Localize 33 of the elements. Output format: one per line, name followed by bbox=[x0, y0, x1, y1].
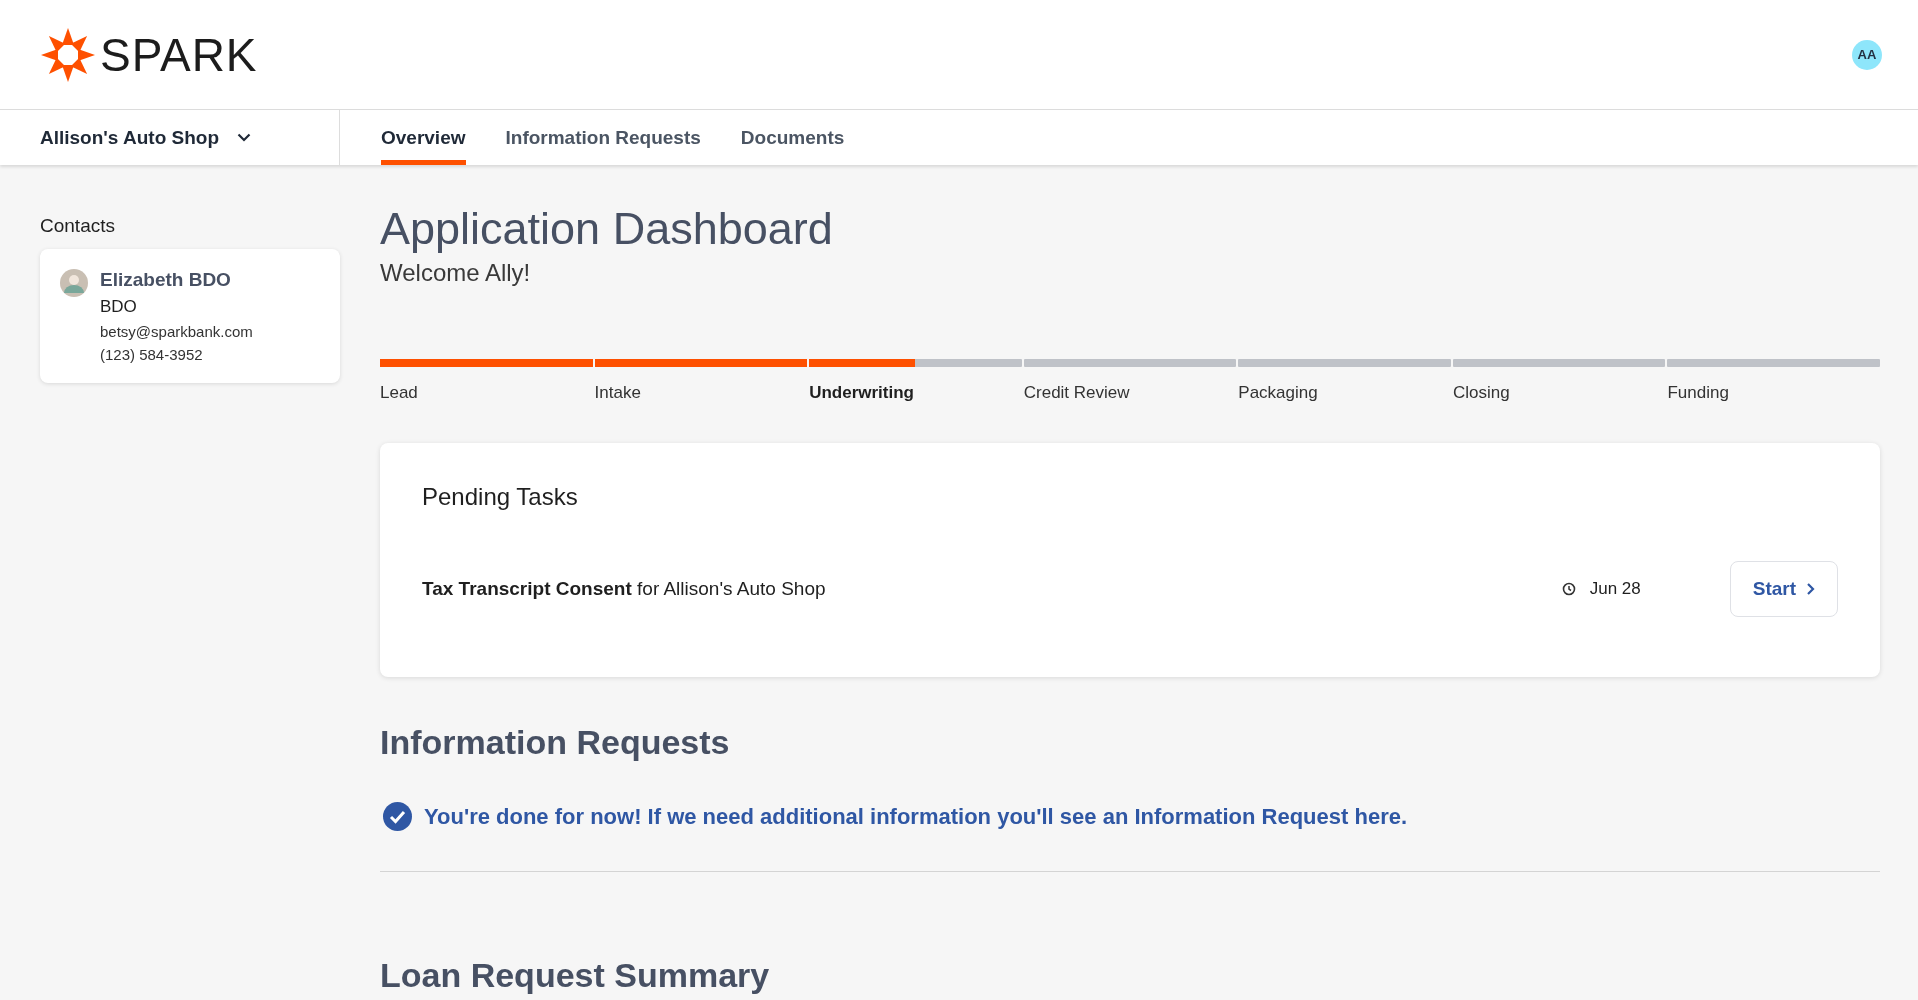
contact-name: Elizabeth BDO bbox=[100, 269, 232, 291]
chevron-right-icon bbox=[1806, 582, 1815, 596]
avatar-icon bbox=[60, 269, 88, 297]
nav-tab[interactable]: Documents bbox=[740, 110, 845, 165]
section-heading: Information Requests bbox=[380, 723, 731, 762]
section-heading: Loan Request Summary bbox=[380, 956, 771, 995]
page-title: Application Dashboard bbox=[380, 203, 834, 255]
contacts-heading: Contacts bbox=[40, 215, 116, 237]
starburst-logo-icon bbox=[40, 26, 96, 83]
user-avatar[interactable]: AA bbox=[1852, 39, 1882, 70]
welcome-text: Welcome Ally! bbox=[380, 259, 532, 287]
contact-email: betsy@sparkbank.com bbox=[100, 323, 253, 340]
task-description: Tax Transcript Consent for Allison's Auto Shop bbox=[422, 578, 827, 600]
business-selector[interactable]: Allison's Auto Shop bbox=[40, 126, 252, 149]
stage-label: Credit Review bbox=[1023, 383, 1131, 403]
pending-tasks-heading: Pending Tasks bbox=[422, 483, 579, 511]
contact-phone: (123) 584-3952 bbox=[100, 346, 204, 363]
stage-label: Intake bbox=[594, 383, 642, 403]
task-due-date: Jun 28 bbox=[1589, 579, 1642, 599]
chevron-down-icon bbox=[237, 133, 252, 142]
clock-icon bbox=[1561, 582, 1576, 596]
stage-label: Funding bbox=[1667, 383, 1730, 403]
check-circle-icon bbox=[383, 802, 412, 831]
start-button[interactable]: Start bbox=[1729, 561, 1838, 617]
stage-label: Closing bbox=[1452, 383, 1511, 403]
contact-role: BDO bbox=[100, 297, 138, 317]
info-requests-message: You're done for now! If we need additional information you'll see an Information Request here. bbox=[424, 803, 1408, 830]
nav-tab[interactable]: Information Requests bbox=[505, 110, 701, 165]
logo-text: SPARK bbox=[100, 27, 258, 82]
nav-tab[interactable]: Overview bbox=[381, 110, 466, 165]
stage-label: Underwriting bbox=[809, 383, 915, 403]
stage-label: Packaging bbox=[1238, 383, 1319, 403]
stage-label: Lead bbox=[380, 383, 419, 403]
